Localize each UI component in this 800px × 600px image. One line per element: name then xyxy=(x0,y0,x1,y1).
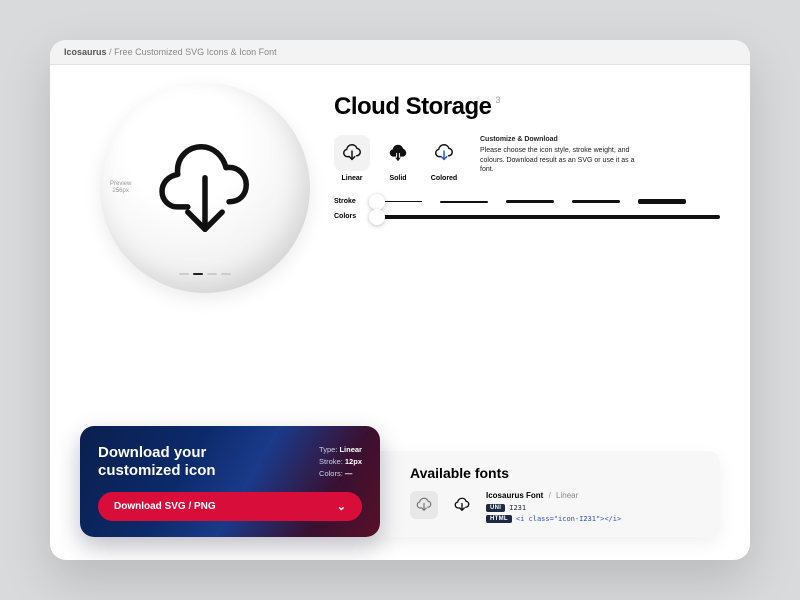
cloud-download-icon xyxy=(453,496,471,514)
style-linear[interactable]: Linear xyxy=(334,135,370,182)
icon-title: Cloud Storage xyxy=(334,93,492,121)
style-selector-row: Linear Solid xyxy=(334,135,720,182)
stroke-label: Stroke xyxy=(334,198,364,205)
font-preview-gray[interactable] xyxy=(410,491,438,519)
preview-size-label: Preview 256px xyxy=(110,181,131,195)
titlebar: Icosaurus / Free Customized SVG Icons & … xyxy=(50,40,750,65)
html-row[interactable]: HTML <i class="icon-I231"></i> xyxy=(486,515,704,523)
style-linear-label: Linear xyxy=(341,175,362,182)
fonts-title: Available fonts xyxy=(410,465,704,481)
style-solid-label: Solid xyxy=(389,175,406,182)
html-tag: HTML xyxy=(486,515,512,523)
colors-slider[interactable] xyxy=(374,215,720,219)
customize-controls: Stroke Colors xyxy=(334,198,720,220)
customize-description: Customize & Download Please choose the i… xyxy=(480,135,640,175)
app-window: Icosaurus / Free Customized SVG Icons & … xyxy=(50,40,750,560)
title-row: Cloud Storage 3 xyxy=(334,93,720,121)
download-card: Download your customized icon Type: Line… xyxy=(80,426,380,537)
cloud-download-solid-icon xyxy=(387,142,409,164)
cloud-download-linear-icon xyxy=(341,142,363,164)
chevron-down-icon: ⌄ xyxy=(337,500,346,513)
cloud-download-colored-icon xyxy=(433,142,455,164)
brand-name: Icosaurus xyxy=(64,47,107,57)
style-colored-thumb xyxy=(426,135,462,171)
download-title: Download your customized icon xyxy=(98,444,216,480)
download-button[interactable]: Download SVG / PNG ⌄ xyxy=(98,492,362,521)
content: Preview 256px Cloud Storage 3 xyxy=(50,65,750,559)
font-preview-black[interactable] xyxy=(448,491,476,519)
style-solid-thumb xyxy=(380,135,416,171)
html-value: <i class="icon-I231"></i> xyxy=(516,515,621,523)
bottom-row: Download your customized icon Type: Line… xyxy=(80,426,720,537)
font-code-rows: UNI I231 HTML <i class="icon-I231"></i> xyxy=(486,504,704,523)
colors-label: Colors xyxy=(334,213,364,220)
unicode-row[interactable]: UNI I231 xyxy=(486,504,704,512)
info-column: Cloud Storage 3 Linear xyxy=(334,83,720,293)
style-colored-label: Colored xyxy=(431,175,457,182)
stroke-row: Stroke xyxy=(334,198,720,205)
cloud-download-icon xyxy=(415,496,433,514)
icon-preview-sphere[interactable]: Preview 256px xyxy=(100,83,310,293)
colors-slider-handle[interactable] xyxy=(369,209,385,225)
brand-tagline: Free Customized SVG Icons & Icon Font xyxy=(114,47,277,57)
style-solid[interactable]: Solid xyxy=(380,135,416,182)
download-meta: Type: Linear Stroke: 12px Colors: — xyxy=(319,444,362,480)
uni-value: I231 xyxy=(509,504,526,512)
top-row: Preview 256px Cloud Storage 3 xyxy=(80,83,720,293)
font-name-line: Icosaurus Font / Linear xyxy=(486,491,704,500)
preview-pager[interactable] xyxy=(179,273,231,275)
fonts-row: Icosaurus Font / Linear UNI I231 HTML xyxy=(410,491,704,523)
stroke-slider-handle[interactable] xyxy=(369,194,385,210)
style-linear-thumb xyxy=(334,135,370,171)
uni-tag: UNI xyxy=(486,504,505,512)
stroke-slider[interactable] xyxy=(374,200,720,204)
font-meta: Icosaurus Font / Linear UNI I231 HTML xyxy=(486,491,704,523)
icon-count-superscript: 3 xyxy=(496,95,501,105)
cloud-download-icon xyxy=(150,133,260,243)
colors-row: Colors xyxy=(334,213,720,220)
style-colored[interactable]: Colored xyxy=(426,135,462,182)
available-fonts-card: Available fonts xyxy=(366,451,720,537)
